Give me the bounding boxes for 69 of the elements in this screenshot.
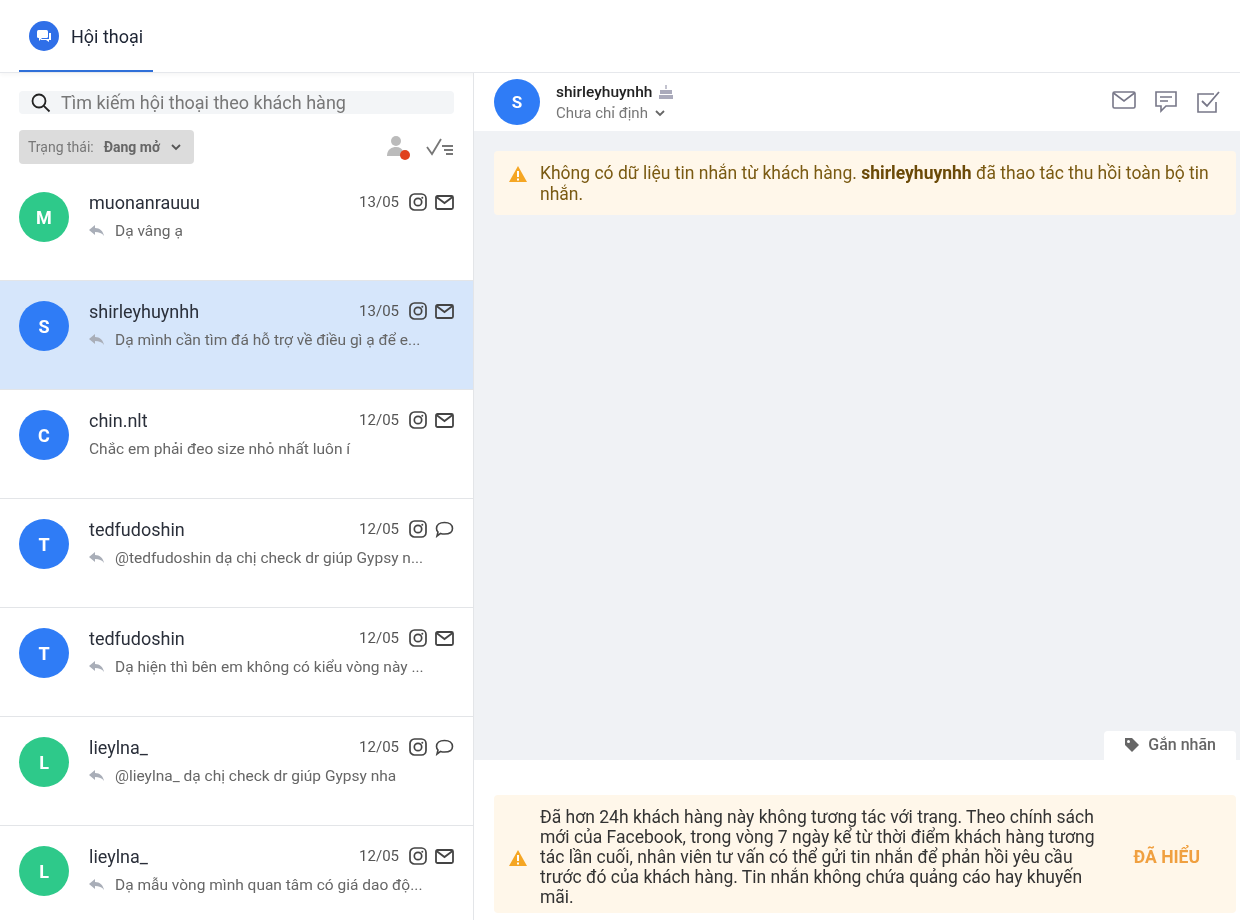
conversation-date: 12/05 xyxy=(359,411,399,429)
avatar: M xyxy=(19,192,69,242)
cake-icon xyxy=(658,83,675,100)
person-badge-icon[interactable] xyxy=(386,134,412,160)
conversation-date: 12/05 xyxy=(359,847,399,865)
customer-name: muonanrauuu xyxy=(89,191,201,213)
conversation-date: 13/05 xyxy=(359,193,399,211)
customer-name: chin.nlt xyxy=(89,409,149,431)
conversation-date: 12/05 xyxy=(359,629,399,647)
message-preview: Dạ vâng ạ xyxy=(115,222,183,240)
customer-name: tedfudoshin xyxy=(89,627,186,649)
avatar: T xyxy=(19,519,69,569)
message-preview: @lieylna_ dạ chị check dr giúp Gypsy nha xyxy=(115,767,397,785)
message-preview: @tedfudoshin dạ chị check dr giúp Gypsy n... xyxy=(115,549,424,567)
search-field[interactable]: Tìm kiếm hội thoại theo khách hàng xyxy=(19,91,454,114)
instagram-icon xyxy=(409,738,427,756)
avatar: C xyxy=(19,410,69,460)
message-preview: Dạ hiện thì bên em không có kiểu vòng này ... xyxy=(115,658,424,676)
speech-bubble-icon[interactable] xyxy=(435,738,454,756)
message-preview: Dạ mình cần tìm đá hỗ trợ về điều gì ạ để e... xyxy=(115,331,421,349)
customer-name: lieylna_ xyxy=(89,845,149,867)
mail-icon[interactable] xyxy=(435,848,454,864)
conversation-item[interactable]: C chin.nlt 12/05 Chắc em phải đeo size nhỏ nhất luôn í xyxy=(0,390,473,499)
chat-bubbles-icon xyxy=(29,21,59,51)
tag-button[interactable]: Gắn nhãn xyxy=(1104,731,1236,760)
conversation-item[interactable]: S shirleyhuynhh 13/05 Dạ mình cần tìm đá hỗ trợ về điều gì ạ để e... xyxy=(0,281,473,390)
customer-name: tedfudoshin xyxy=(89,518,186,540)
conversations-tab[interactable]: Hội thoại xyxy=(19,2,154,72)
chevron-down-icon xyxy=(170,143,183,151)
conversation-item[interactable]: L lieylna_ 12/05 Dạ mẫu vòng mình quan tâm có giá dao độ... xyxy=(0,826,473,920)
search-icon xyxy=(31,92,51,113)
speech-bubble-icon[interactable] xyxy=(435,520,454,538)
checklist-icon[interactable] xyxy=(426,137,454,157)
mail-icon[interactable] xyxy=(435,412,454,428)
assignee-dropdown[interactable]: Chưa chỉ định xyxy=(556,103,666,122)
warning-text: Đã hơn 24h khách hàng này không tương tác với trang. Theo chính sách mới của Facebook, trong vòng 7 ngày kể từ thời điểm khách hàng tương tác lần cuối, nhân viên tư vấn có thể gửi tin nhắn để phản hồi yêu cầu trước đó của khách hàng. Tin nhắn không chứa quảng cáo hay khuyến mãi. xyxy=(540,807,1096,907)
instagram-icon xyxy=(409,411,427,429)
conversation-item[interactable]: T tedfudoshin 12/05 Dạ hiện thì bên em không có kiểu vòng này ... xyxy=(0,608,473,717)
warning-icon xyxy=(508,849,528,867)
notice-text: Không có dữ liệu tin nhắn từ khách hàng. shirleyhuynhh đã thao tác thu hồi toàn bộ tin nhắn. xyxy=(540,163,1210,205)
message-preview: Chắc em phải đeo size nhỏ nhất luôn í xyxy=(89,440,351,458)
avatar: S xyxy=(19,301,69,351)
instagram-icon xyxy=(409,302,427,320)
instagram-icon xyxy=(409,629,427,647)
instagram-icon xyxy=(409,520,427,538)
instagram-icon xyxy=(409,193,427,211)
conversation-item[interactable]: T tedfudoshin 12/05 @tedfudoshin dạ chị check dr giúp Gypsy n... xyxy=(0,499,473,608)
instagram-icon xyxy=(409,847,427,865)
conversation-date: 13/05 xyxy=(359,302,399,320)
conversation-date: 12/05 xyxy=(359,520,399,538)
avatar: T xyxy=(19,628,69,678)
avatar: L xyxy=(19,846,69,896)
mail-icon[interactable] xyxy=(435,630,454,646)
conversation-item[interactable]: L lieylna_ 12/05 @lieylna_ dạ chị check dr giúp Gypsy nha xyxy=(0,717,473,826)
avatar: S xyxy=(494,79,540,125)
message-icon[interactable] xyxy=(1154,90,1178,114)
customer-name: lieylna_ xyxy=(89,736,149,758)
avatar: L xyxy=(19,737,69,787)
status-filter-dropdown[interactable]: Trạng thái: Đang mở xyxy=(19,130,195,164)
customer-name: shirleyhuynhh xyxy=(89,300,201,322)
mail-icon[interactable] xyxy=(435,303,454,319)
tag-icon xyxy=(1124,736,1141,753)
customer-name: shirleyhuynhh xyxy=(556,82,653,101)
conversation-date: 12/05 xyxy=(359,738,399,756)
message-preview: Dạ mẫu vòng mình quan tâm có giá dao độ... xyxy=(115,876,423,894)
mail-icon[interactable] xyxy=(435,194,454,210)
checkbox-icon[interactable] xyxy=(1196,90,1220,114)
chevron-down-icon xyxy=(653,108,666,117)
warning-icon xyxy=(508,165,528,183)
